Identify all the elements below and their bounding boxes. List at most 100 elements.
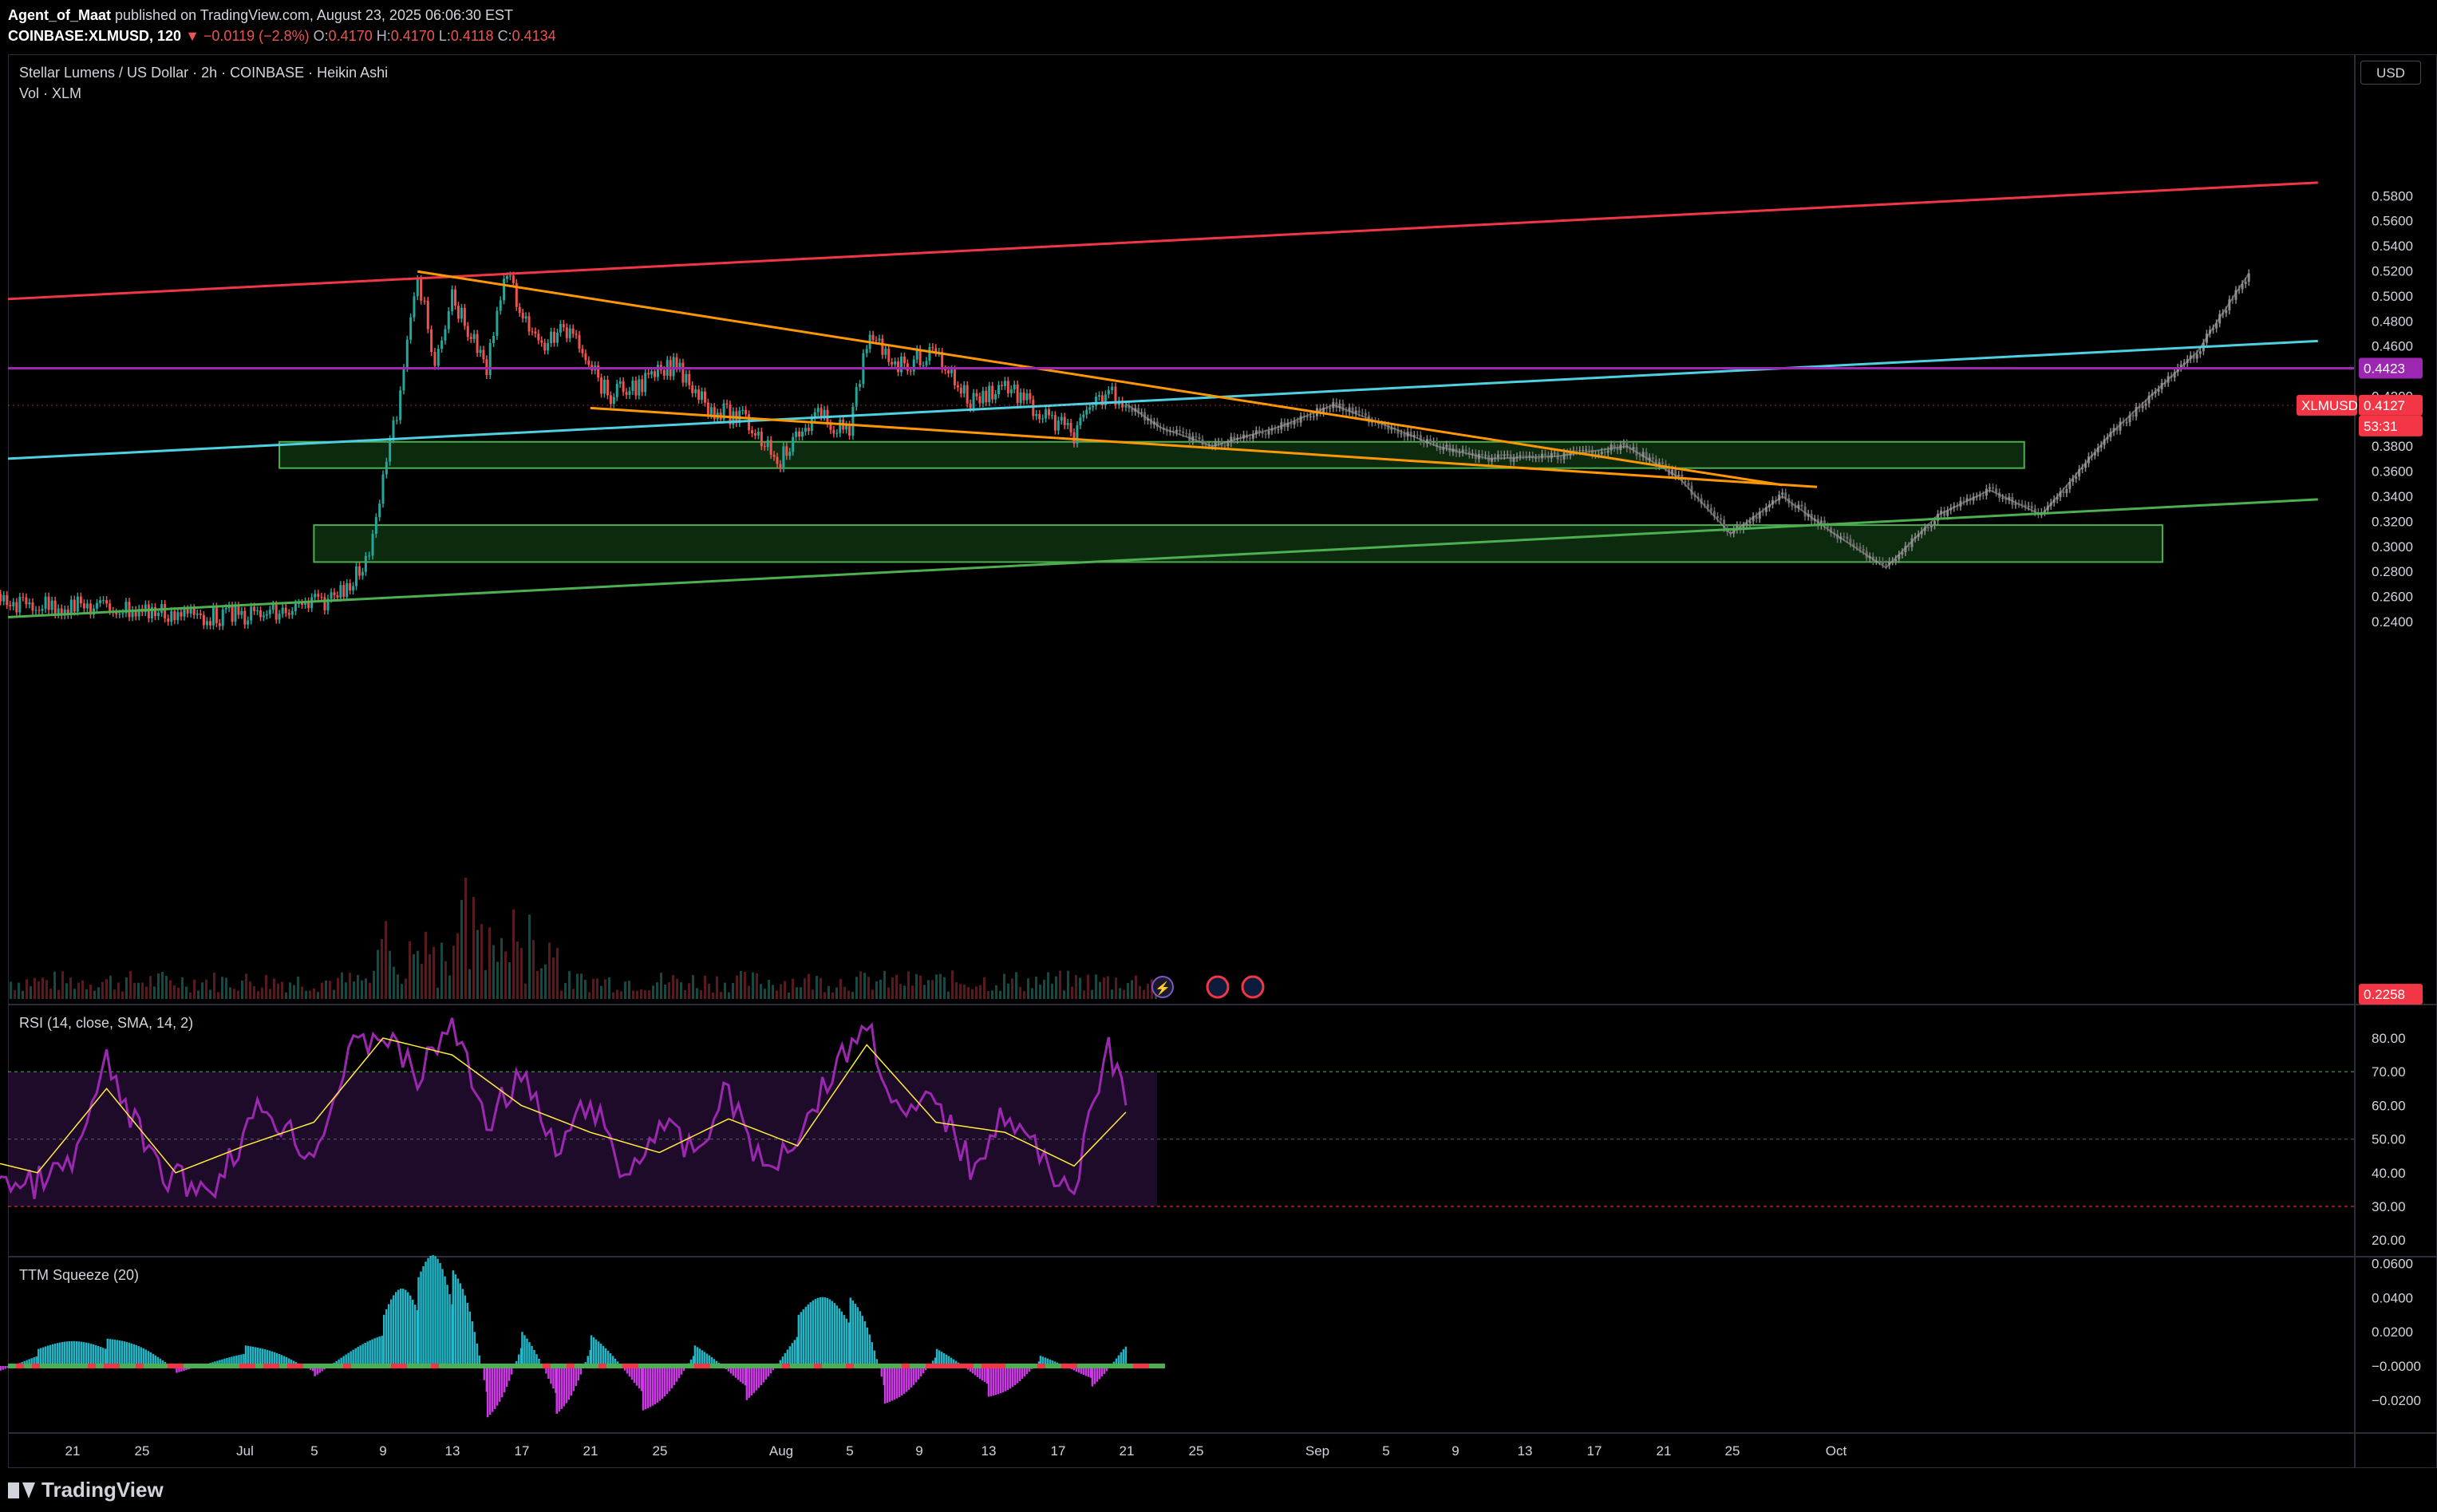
ttm-histogram-bar (61, 1341, 64, 1366)
candle-body (1885, 564, 1888, 566)
candle-body (180, 612, 183, 617)
candle-body (1480, 453, 1483, 456)
volume-bar (943, 977, 946, 999)
candle-body (469, 337, 472, 339)
candle-body (1858, 547, 1862, 549)
candle-body (653, 371, 656, 377)
candle-body (1000, 385, 1003, 386)
volume-bar (337, 977, 339, 999)
candle-body (265, 614, 268, 616)
candle-body (1933, 520, 1936, 526)
candle-body (224, 608, 227, 610)
volume-bar (201, 982, 203, 999)
ttm-histogram-bar (644, 1366, 647, 1410)
candle-body (634, 380, 638, 396)
trendline[interactable] (7, 181, 2318, 301)
ttm-squeeze-dot (1109, 1364, 1117, 1368)
candle-body (22, 597, 25, 598)
volume-bar (812, 989, 814, 999)
candle-body (531, 331, 534, 333)
ttm-squeeze-dot (519, 1364, 527, 1368)
volume-bar (768, 979, 770, 999)
brand-logo[interactable]: TradingView (8, 1478, 164, 1502)
volume-bar (883, 970, 886, 999)
ttm-histogram-bar (420, 1271, 422, 1366)
ttm-histogram-bar (93, 1344, 95, 1366)
us-flag-event-icon[interactable] (1241, 975, 1265, 999)
candle-body (772, 455, 776, 457)
candle-body (1606, 450, 1610, 453)
ttm-histogram-bar (807, 1304, 810, 1366)
candle-body (1248, 437, 1251, 439)
candle-body (1862, 548, 1865, 551)
volume-bar (1031, 988, 1033, 999)
candle-body (1684, 480, 1687, 483)
volume-bar (616, 989, 618, 999)
volume-bar (1127, 982, 1129, 999)
volume-bar (927, 980, 930, 999)
ttm-histogram-bar (871, 1342, 874, 1366)
ttm-squeeze-dot (495, 1364, 503, 1368)
volume-bar (73, 989, 76, 999)
candle-body (568, 328, 571, 338)
volume-bar (867, 977, 870, 999)
ttm-histogram-bar (369, 1340, 371, 1366)
volume-bar (341, 972, 343, 999)
volume-bar (109, 975, 112, 999)
ttm-squeeze-dot (551, 1364, 559, 1368)
candle-body (371, 534, 374, 556)
candle-body (1849, 539, 1852, 544)
ttm-histogram-bar (402, 1289, 405, 1366)
ttm-histogram-bar (523, 1335, 526, 1366)
candle-body (320, 596, 323, 598)
volume-bar (947, 991, 950, 999)
candle-body (1079, 417, 1082, 425)
candle-body (378, 503, 381, 518)
candle-body (0, 594, 2, 602)
ttm-histogram-bar (64, 1341, 66, 1366)
candle-body (330, 592, 333, 599)
us-flag-event-icon[interactable] (1206, 975, 1230, 999)
volume-bar (349, 973, 351, 999)
candle-body (1088, 407, 1092, 410)
ttm-histogram-bar (503, 1366, 506, 1393)
candle-body (420, 279, 423, 301)
candle-body (1038, 413, 1041, 420)
candle-body (463, 307, 466, 326)
volume-bar (385, 921, 387, 999)
volume-bar (460, 899, 463, 999)
candle-body (250, 606, 253, 621)
ttm-squeeze-dot (88, 1364, 96, 1368)
ttm-histogram-bar (656, 1366, 659, 1403)
chart-canvas[interactable]: 0.5800 0.5600 0.5400 0.5200 0.5000 0.4800 0.46… (0, 0, 2437, 1512)
ttm-histogram-bar (809, 1302, 812, 1366)
volume-bar (955, 981, 958, 999)
volume-bar (1131, 980, 1133, 999)
ttm-squeeze-dot (926, 1364, 934, 1368)
ttm-histogram-bar (388, 1304, 390, 1366)
time-tick-label: 9 (915, 1443, 922, 1459)
ttm-histogram-bar (381, 1336, 383, 1366)
candle-body (339, 585, 342, 598)
ttm-histogram-bar (654, 1366, 657, 1404)
price-projection-path (1125, 273, 2250, 569)
support-zone[interactable] (313, 524, 2163, 563)
ttm-histogram-bar (493, 1366, 496, 1409)
time-axis[interactable]: 21 25 Jul 5 9 13 17 21 25 Aug 5 9 13 17 21 25 Sep 5 9 13 17 2… (65, 1443, 1847, 1459)
ttm-histogram-bar (378, 1336, 381, 1366)
ttm-squeeze-dot (543, 1364, 551, 1368)
volume-bar (628, 981, 630, 999)
candle-body (618, 381, 622, 385)
candle-body (349, 582, 352, 591)
volume-bar (18, 982, 20, 999)
volume-bar (959, 984, 962, 999)
time-tick-label: 21 (65, 1443, 81, 1459)
candle-body (41, 609, 44, 611)
ttm-squeeze-dot (271, 1364, 279, 1368)
ttm-squeeze-dot (942, 1364, 950, 1368)
volume-bar (297, 976, 299, 999)
ttm-histogram-bar (436, 1258, 439, 1366)
candle-body (685, 373, 688, 383)
volume-bar (784, 981, 786, 999)
support-zone[interactable] (278, 440, 2025, 469)
